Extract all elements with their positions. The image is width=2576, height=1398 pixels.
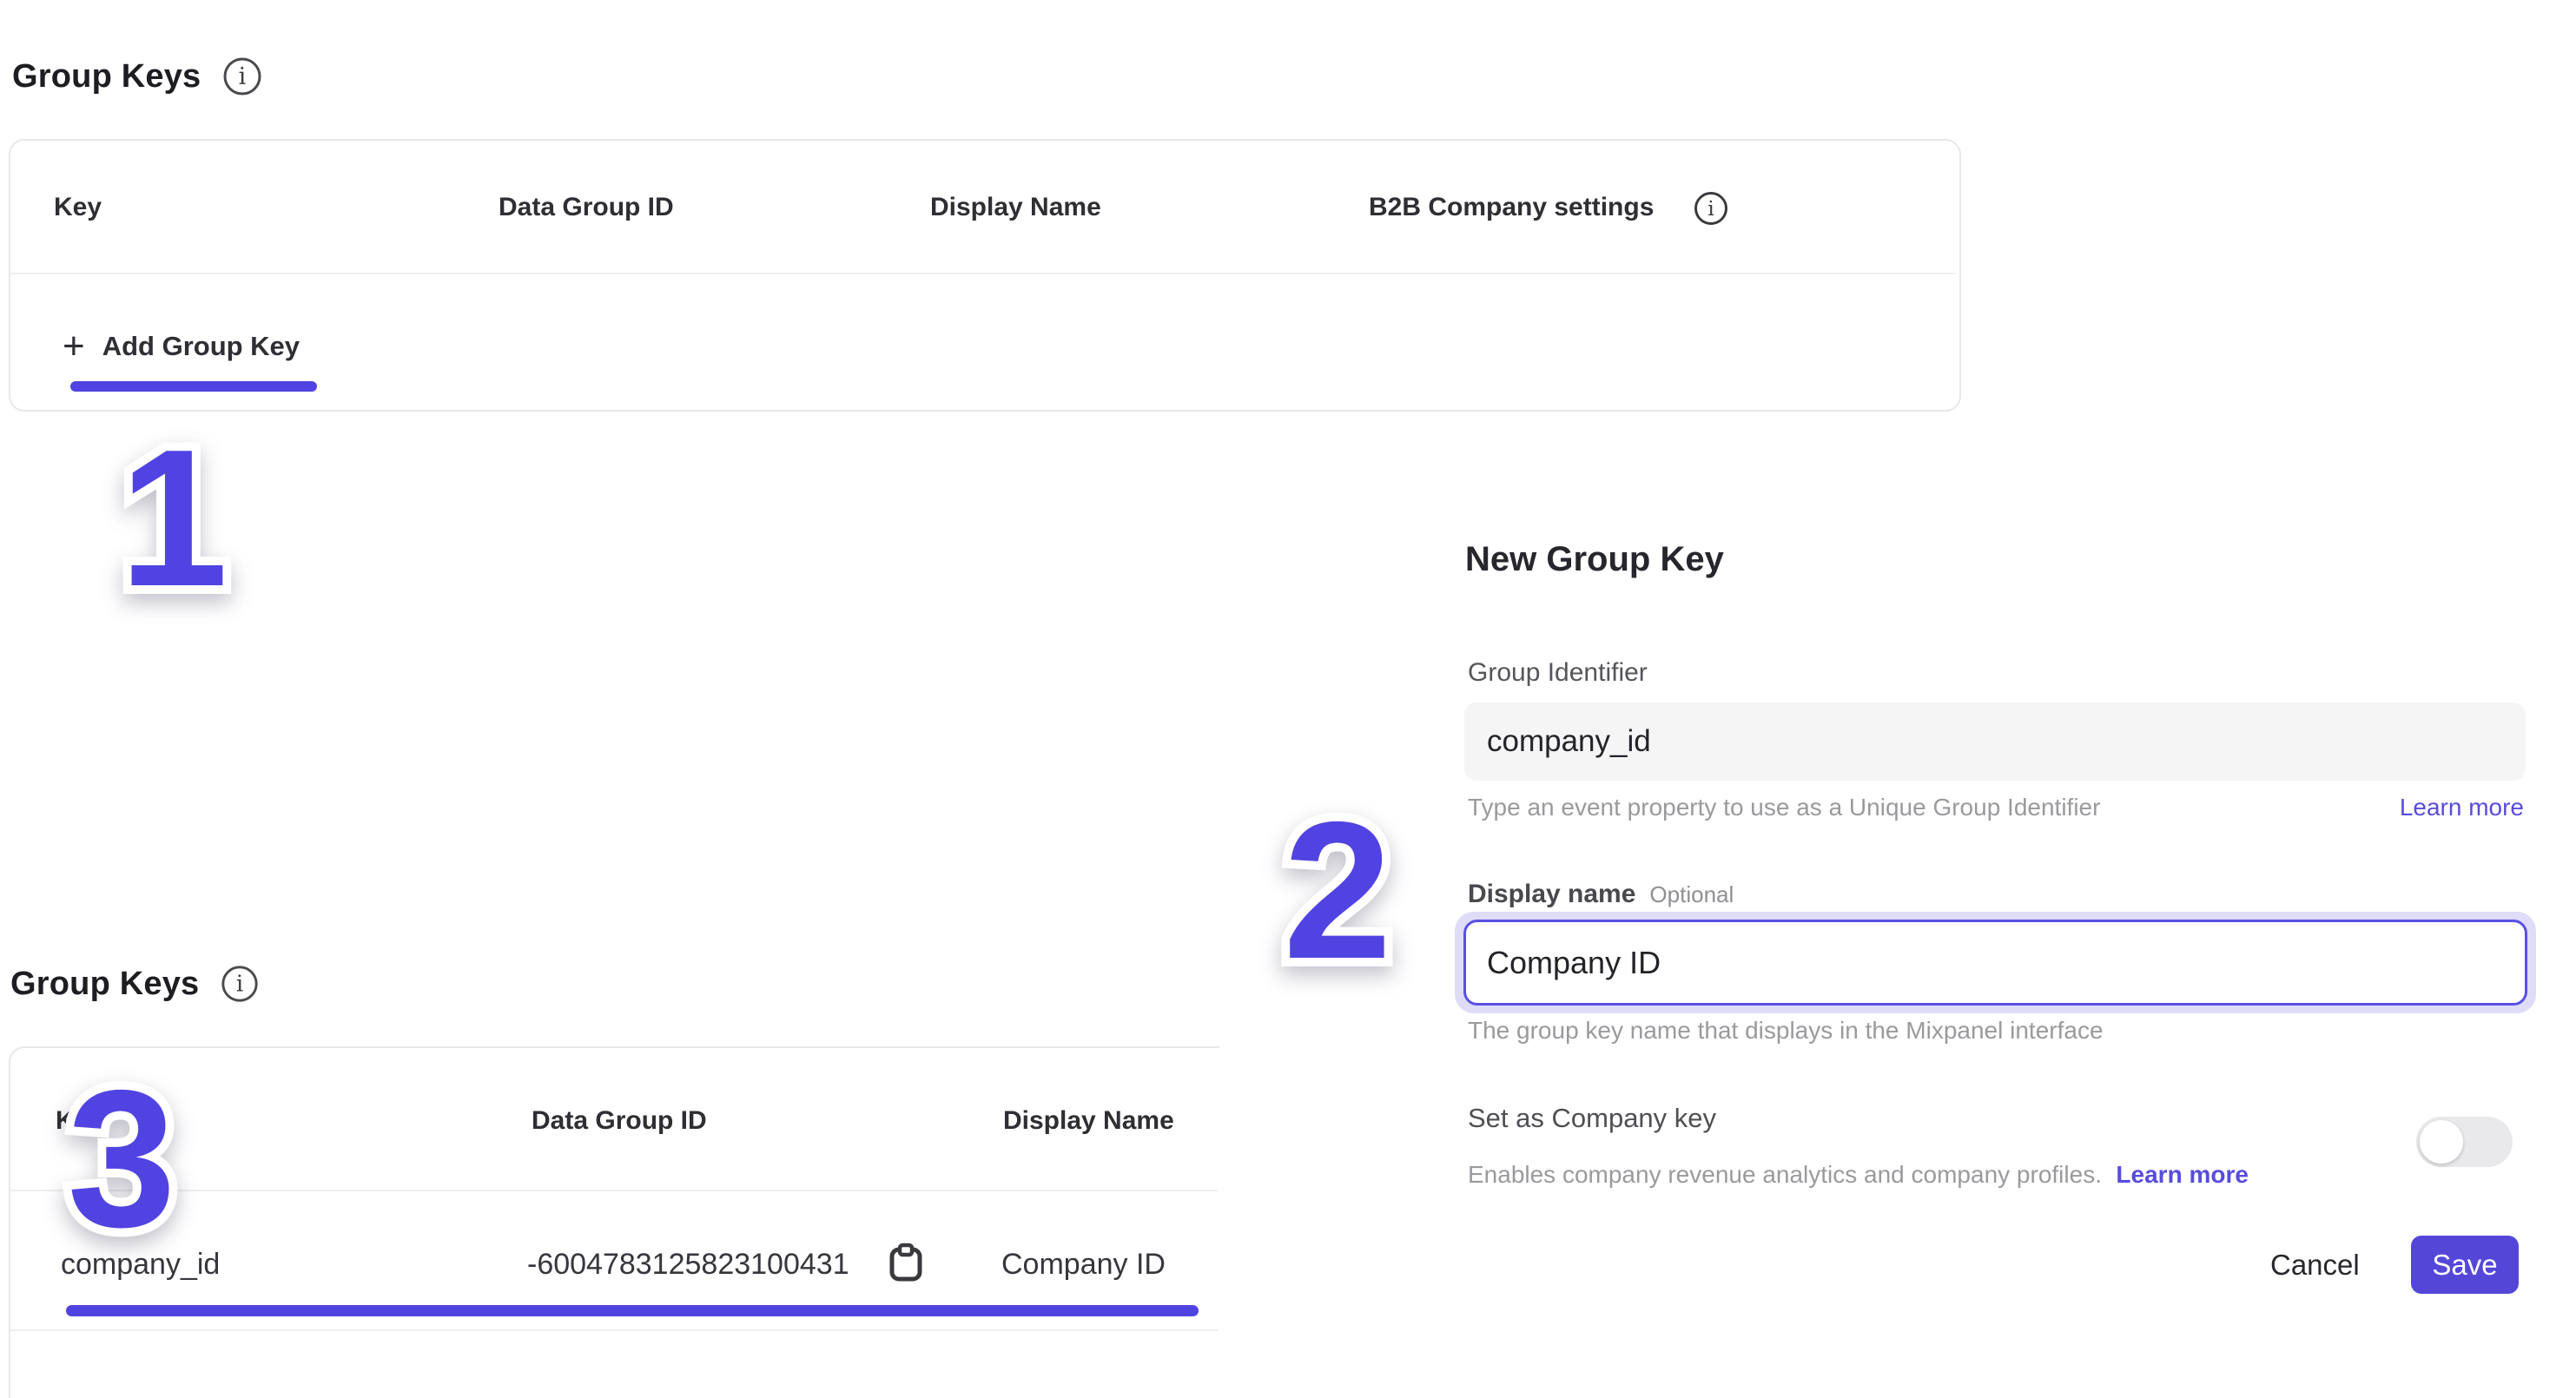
learn-more-link[interactable]: Learn more: [2116, 1161, 2249, 1188]
group-identifier-input[interactable]: [1464, 702, 2526, 781]
svg-text:3: 3: [67, 1049, 175, 1268]
toggle-knob: [2420, 1120, 2463, 1164]
company-key-toggle[interactable]: [2416, 1117, 2513, 1167]
optional-label: Optional: [1649, 881, 1734, 908]
group-keys-heading-row: Group Keys i: [12, 56, 263, 97]
company-key-label: Set as Company key: [1468, 1103, 1716, 1134]
group-identifier-helper: Type an event property to use as a Uniqu…: [1468, 794, 2100, 821]
page: Group Keys i Key Data Group ID Display N…: [0, 0, 2576, 1398]
display-name-label: Display name: [1468, 880, 1635, 909]
cancel-button[interactable]: Cancel: [2270, 1249, 2360, 1282]
save-button[interactable]: Save: [2411, 1236, 2519, 1294]
cell-data-group-id: -6004783125823100431: [527, 1248, 849, 1282]
annotation-step-3: 3: [9, 999, 234, 1276]
annotation-underline-row: [66, 1305, 1199, 1316]
group-keys-table: [9, 139, 1961, 412]
page-title: Group Keys: [12, 58, 201, 96]
column-header-data-group-id: Data Group ID: [499, 193, 674, 222]
svg-text:i: i: [1707, 196, 1714, 221]
svg-text:1: 1: [119, 408, 228, 627]
display-name-helper: The group key name that displays in the …: [1468, 1017, 2104, 1045]
annotation-step-2: 2: [1225, 721, 1450, 999]
group-identifier-helper-row: Type an event property to use as a Uniqu…: [1468, 794, 2524, 821]
column-header-display-name: Display Name: [930, 193, 1101, 222]
page-title: Group Keys: [10, 966, 199, 1003]
learn-more-link[interactable]: Learn more: [2400, 794, 2524, 821]
info-icon[interactable]: i: [221, 56, 263, 97]
cell-display-name: Company ID: [1001, 1248, 1166, 1282]
column-header-display-name: Display Name: [1003, 1106, 1174, 1136]
company-key-helper: Enables company revenue analytics and co…: [1468, 1161, 2102, 1188]
display-name-label-row: Display name Optional: [1468, 880, 1734, 909]
svg-text:i: i: [239, 63, 247, 90]
company-key-helper-row: Enables company revenue analytics and co…: [1468, 1161, 2249, 1189]
column-header-key: Key: [54, 193, 102, 222]
column-header-data-group-id: Data Group ID: [532, 1106, 707, 1136]
info-icon[interactable]: i: [1693, 190, 1729, 227]
column-header-b2b-settings: B2B Company settings: [1369, 193, 1654, 222]
divider: [10, 273, 1956, 274]
svg-text:2: 2: [1283, 781, 1391, 999]
form-title: New Group Key: [1465, 540, 1724, 579]
group-identifier-label: Group Identifier: [1468, 658, 1648, 688]
display-name-input[interactable]: [1463, 920, 2527, 1006]
copy-icon[interactable]: [886, 1242, 926, 1286]
svg-text:i: i: [236, 972, 243, 998]
divider: [10, 1329, 1218, 1331]
annotation-step-1: 1: [61, 347, 287, 625]
